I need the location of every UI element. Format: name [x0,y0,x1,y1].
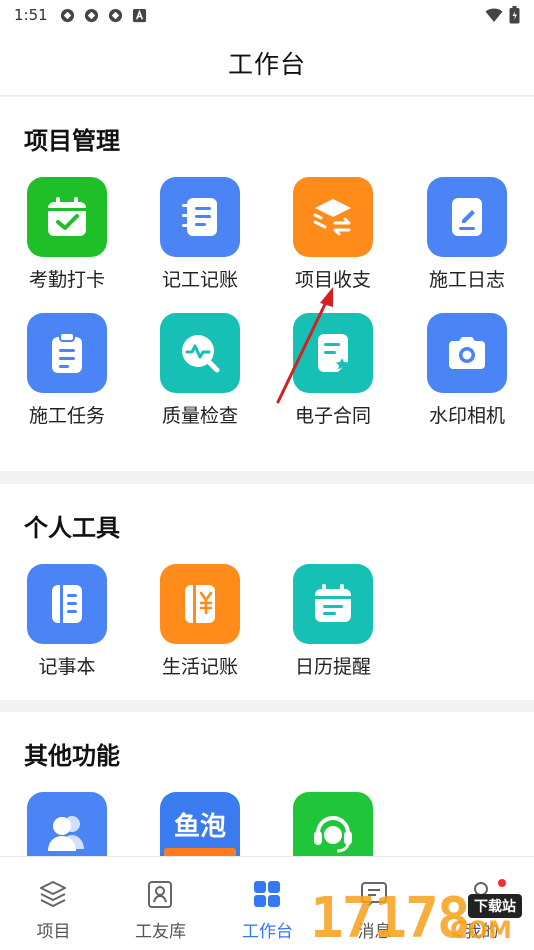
app-project-finance[interactable]: 项目收支 [278,177,388,301]
app-quality-check[interactable]: 质量检查 [145,313,255,437]
calendar-check-icon [27,177,107,257]
app-work-record[interactable]: 记工记账 [145,177,255,301]
section-project-management: 项目管理 考勤打卡 记工记账 项目收支 施工日志 施工任务 质量检查 电子合同 … [0,97,534,471]
app-label: 施工日志 [428,269,505,291]
tab-label: 工作台 [242,922,293,942]
section-personal-tools: 个人工具 记事本 生活记账 日历提醒 [0,484,534,700]
status-bar: 1:51 [0,0,534,30]
section-other-functions: 其他功能 鱼泡 [0,712,534,856]
app-yupao[interactable]: 鱼泡 [145,792,255,856]
app-calendar-reminder[interactable]: 日历提醒 [278,564,388,688]
app-label: 记工记账 [161,269,238,291]
tab-project[interactable]: 项目 [0,857,107,950]
yuan-book-icon [160,564,240,644]
app-customer-service[interactable] [278,792,388,856]
app-workers-group[interactable] [12,792,122,856]
grid-icon [254,881,280,907]
layers-exchange-icon [293,177,373,257]
app-construction-task[interactable]: 施工任务 [12,313,122,437]
tab-workbench[interactable]: 工作台 [214,857,321,950]
app-label: 质量检查 [161,405,238,427]
app-watermark-camera[interactable]: 水印相机 [412,313,522,437]
customer-service-icon [293,792,373,856]
camera-icon [427,313,507,393]
section-title: 项目管理 [24,127,120,155]
app-notification-icon [108,8,122,22]
app-label: 日历提醒 [294,656,371,678]
app-e-contract[interactable]: 电子合同 [278,313,388,437]
app-notepad[interactable]: 记事本 [12,564,122,688]
app-label: 水印相机 [428,405,505,427]
app-construction-log[interactable]: 施工日志 [412,177,522,301]
app-notification-icon [60,8,74,22]
edit-note-icon [427,177,507,257]
logo-ribbon [164,848,236,856]
site-watermark: 17178 COM 下载站 [310,880,534,950]
notebook-icon [160,177,240,257]
tab-label: 项目 [36,922,71,942]
watermark-digits: 17178 [310,886,471,950]
app-attendance[interactable]: 考勤打卡 [12,177,122,301]
clipboard-icon [27,313,107,393]
app-label: 生活记账 [161,656,238,678]
watermark-badge: 下载站 [468,894,522,918]
contacts-icon [148,881,172,908]
battery-icon [509,6,520,24]
title-bar: 工作台 [0,30,534,96]
yupao-logo-text: 鱼泡 [173,811,226,842]
app-label: 记事本 [38,656,96,678]
yupao-logo-icon: 鱼泡 [160,792,240,856]
app-life-bookkeeping[interactable]: 生活记账 [145,564,255,688]
watermark-suffix: COM [450,916,512,944]
a-badge-icon [132,8,146,22]
section-title: 其他功能 [24,742,120,770]
users-icon [27,792,107,856]
magnifier-pulse-icon [160,313,240,393]
app-label: 施工任务 [28,405,105,427]
wifi-icon [485,8,503,22]
section-title: 个人工具 [24,514,120,542]
app-label: 考勤打卡 [28,269,105,291]
app-label: 电子合同 [294,405,371,427]
page-title: 工作台 [227,49,306,79]
status-time: 1:51 [14,6,48,24]
calendar-icon [293,564,373,644]
tab-label: 工友库 [135,922,186,942]
tab-worker-library[interactable]: 工友库 [107,857,214,950]
app-label: 项目收支 [294,269,371,291]
app-notification-icon [84,8,98,22]
memo-book-icon [27,564,107,644]
layers-icon [40,881,66,907]
contract-icon [293,313,373,393]
